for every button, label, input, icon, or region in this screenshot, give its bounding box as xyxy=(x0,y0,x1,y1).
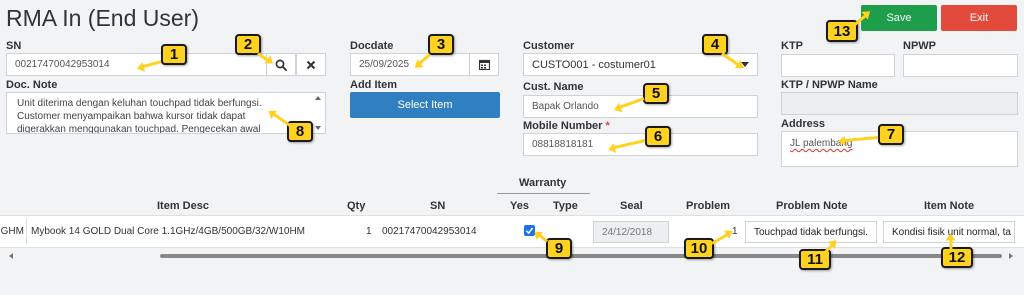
page-title: RMA In (End User) xyxy=(6,5,199,31)
npwp-label: NPWP xyxy=(903,40,936,52)
col-qty: Qty xyxy=(347,200,366,212)
seal-input[interactable]: 24/12/2018 xyxy=(593,221,669,243)
cell-code: GHM xyxy=(0,226,24,237)
docdate-label: Docdate xyxy=(350,40,394,52)
cell-sn: 00217470042953014 xyxy=(382,226,477,237)
callout-badge: 10 xyxy=(684,238,714,259)
col-problem: Problem xyxy=(686,200,731,212)
warranty-group-header: Warranty xyxy=(519,177,567,189)
npwp-input[interactable] xyxy=(903,54,1018,77)
col-seal: Seal xyxy=(620,200,643,212)
sn-label: SN xyxy=(6,40,22,52)
problem-note-input[interactable]: Touchpad tidak berfungsi. xyxy=(745,221,877,243)
doc-note-scrollbar[interactable] xyxy=(313,94,323,132)
col-item-desc: Item Desc xyxy=(157,200,209,212)
ktp-npwp-name-input[interactable] xyxy=(781,92,1018,115)
ktp-label: KTP xyxy=(781,40,803,52)
close-icon xyxy=(306,60,316,69)
col-item-note: Item Note xyxy=(924,200,975,212)
callout-badge: 12 xyxy=(941,247,973,268)
add-item-label: Add Item xyxy=(350,79,398,91)
mobile-input[interactable]: 08818818181 xyxy=(523,133,758,156)
callout-badge: 3 xyxy=(428,34,454,55)
callout-badge: 5 xyxy=(643,83,669,104)
callout-badge: 9 xyxy=(546,238,572,259)
doc-note-textarea[interactable]: Unit diterima dengan keluhan touchpad ti… xyxy=(6,92,326,134)
customer-label: Customer xyxy=(523,40,575,52)
search-icon xyxy=(275,59,287,71)
mobile-label-text: Mobile Number xyxy=(523,120,603,132)
ktp-npwp-name-label: KTP / NPWP Name xyxy=(781,79,878,91)
select-item-button[interactable]: Select Item xyxy=(350,92,500,118)
address-label: Address xyxy=(781,118,826,130)
customer-selected-value: CUSTO001 - costumer01 xyxy=(532,58,656,71)
col-sn: SN xyxy=(430,200,446,212)
cell-qty: 1 xyxy=(366,226,372,237)
sn-clear-button[interactable] xyxy=(296,53,326,76)
column-divider xyxy=(26,218,27,244)
required-mark: * xyxy=(605,120,610,132)
callout-arrow xyxy=(949,235,953,250)
save-button[interactable]: Save xyxy=(861,5,937,31)
table-horizontal-scrollbar[interactable] xyxy=(4,248,1018,259)
callout-badge: 2 xyxy=(235,34,261,55)
doc-note-label: Doc. Note xyxy=(6,79,58,91)
callout-badge: 1 xyxy=(161,44,187,65)
warranty-underline xyxy=(497,193,590,194)
docdate-input[interactable]: 25/09/2025 xyxy=(350,53,470,76)
callout-badge: 4 xyxy=(702,34,728,55)
col-warranty-yes: Yes xyxy=(510,200,529,212)
calendar-icon xyxy=(478,59,490,70)
callout-badge: 7 xyxy=(878,124,904,145)
cust-name-label: Cust. Name xyxy=(523,81,584,93)
cell-item-desc: Mybook 14 GOLD Dual Core 1.1GHz/4GB/500G… xyxy=(31,226,306,237)
col-problem-note: Problem Note xyxy=(776,200,848,212)
mobile-label: Mobile Number * xyxy=(523,120,610,132)
callout-badge: 6 xyxy=(645,126,671,147)
col-warranty-type: Type xyxy=(553,200,578,212)
exit-button[interactable]: Exit xyxy=(941,5,1017,31)
calendar-button[interactable] xyxy=(469,53,499,76)
ktp-input[interactable] xyxy=(781,54,895,77)
